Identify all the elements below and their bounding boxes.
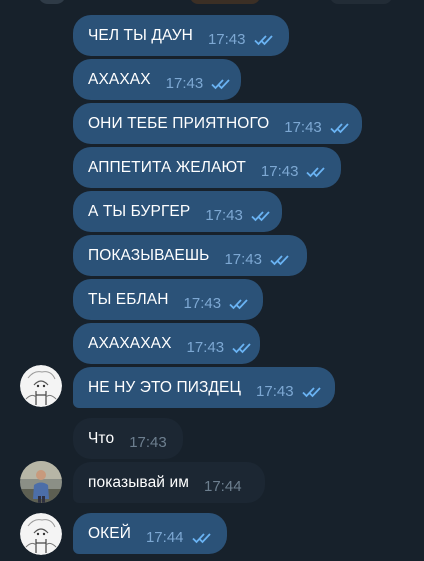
message-bubble-incoming[interactable]: Что 17:43 <box>73 418 183 459</box>
message-bubble[interactable]: АППЕТИТА ЖЕЛАЮТ 17:43 <box>73 147 341 188</box>
message-bubble[interactable]: ТЫ ЕБЛАН 17:43 <box>73 279 263 320</box>
message-bubble[interactable]: ПОКАЗЫВАЕШЬ 17:43 <box>73 235 307 276</box>
double-check-icon <box>253 34 274 46</box>
double-check-icon <box>211 78 231 90</box>
photo-avatar[interactable] <box>20 461 62 503</box>
message-bubble-incoming[interactable]: показывай им 17:44 <box>73 462 265 503</box>
message-time: 17:43 <box>129 434 167 451</box>
message-text: ОКЕЙ <box>88 524 131 542</box>
message-bubble[interactable]: АХАХАХ 17:43 <box>73 59 241 100</box>
sketch-avatar[interactable] <box>20 513 62 555</box>
message-text: показывай им <box>88 473 189 491</box>
message-time: 17:44 <box>204 478 242 495</box>
message-time: 17:43 <box>260 163 299 180</box>
double-check-icon <box>330 122 350 134</box>
avatar-partial[interactable] <box>38 0 66 4</box>
double-check-icon <box>306 166 326 178</box>
message-time: 17:43 <box>256 383 294 400</box>
message-bubble[interactable]: ОКЕЙ 17:44 <box>73 513 227 554</box>
message-bubble[interactable]: АХАХАХАХ 17:43 <box>73 323 260 364</box>
double-check-icon <box>301 386 322 398</box>
message-text: ПОКАЗЫВАЕШЬ <box>88 246 210 264</box>
double-check-icon <box>191 532 212 544</box>
message-time: 17:43 <box>207 31 246 48</box>
message-time: 17:43 <box>284 119 322 136</box>
message-text: ТЫ ЕБЛАН <box>88 290 169 308</box>
message-text: АХАХАХ <box>88 70 151 88</box>
message-time: 17:44 <box>145 529 184 546</box>
message-text: А ТЫ БУРГЕР <box>88 202 191 220</box>
message-text: НЕ НУ ЭТО ПИЗДЕЦ <box>88 378 242 396</box>
message-bubble[interactable]: ОНИ ТЕБЕ ПРИЯТНОГО 17:43 <box>73 103 362 144</box>
message-text: АХАХАХАХ <box>88 334 172 352</box>
double-check-icon <box>270 254 290 266</box>
message-time: 17:43 <box>224 251 262 268</box>
image-message-partial[interactable] <box>190 0 260 4</box>
message-bubble-partial[interactable] <box>330 0 392 4</box>
message-time: 17:43 <box>186 339 225 356</box>
message-text: Что <box>88 429 115 447</box>
message-time: 17:43 <box>183 295 222 312</box>
double-check-icon <box>232 342 252 354</box>
message-text: ОНИ ТЕБЕ ПРИЯТНОГО <box>88 114 270 132</box>
message-bubble[interactable]: НЕ НУ ЭТО ПИЗДЕЦ 17:43 <box>73 367 335 408</box>
message-time: 17:43 <box>205 207 243 224</box>
double-check-icon <box>251 210 271 222</box>
message-text: ЧЕЛ ТЫ ДАУН <box>88 26 193 44</box>
sketch-avatar[interactable] <box>20 365 62 407</box>
double-check-icon <box>229 298 249 310</box>
message-text: АППЕТИТА ЖЕЛАЮТ <box>88 158 246 176</box>
message-time: 17:43 <box>165 75 204 92</box>
message-bubble[interactable]: ЧЕЛ ТЫ ДАУН 17:43 <box>73 15 289 56</box>
message-bubble[interactable]: А ТЫ БУРГЕР 17:43 <box>73 191 282 232</box>
